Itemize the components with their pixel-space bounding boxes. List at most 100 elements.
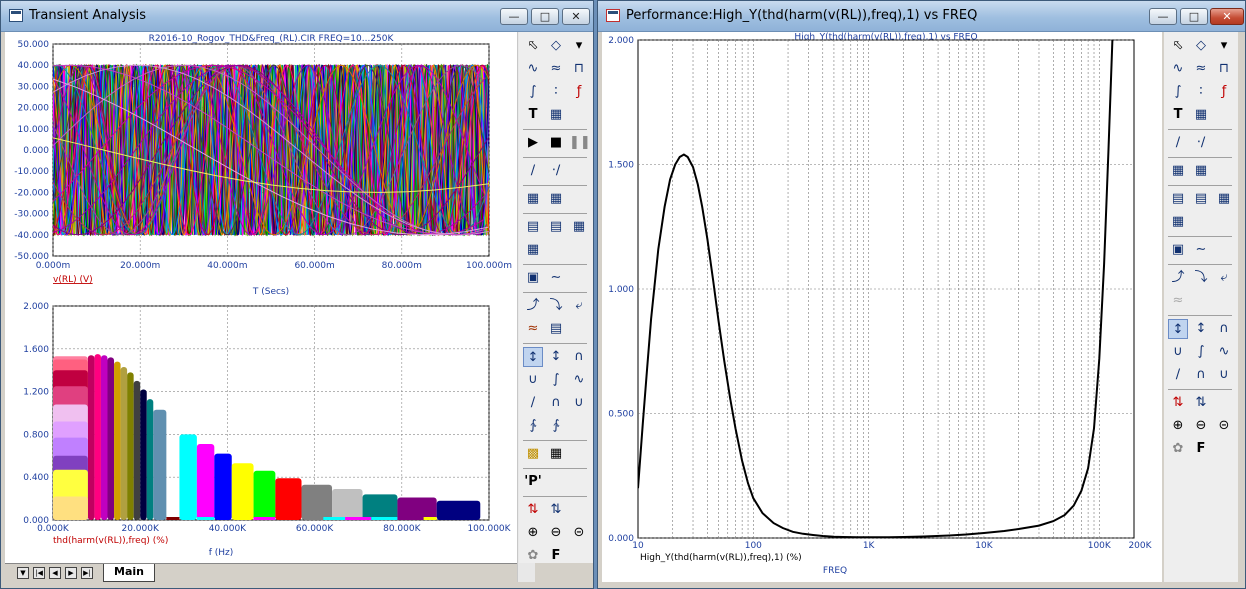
- high-icon[interactable]: ∩: [569, 347, 589, 367]
- zoom-out-icon[interactable]: ⊖: [1191, 416, 1211, 436]
- waveform-icon[interactable]: ∿: [523, 59, 543, 79]
- select-mode-icon[interactable]: ⬁: [523, 36, 543, 56]
- trace-icon[interactable]: ∼: [546, 268, 566, 288]
- label-icon[interactable]: ∶: [546, 82, 566, 102]
- axis-box-icon[interactable]: ▣: [1168, 240, 1188, 260]
- tab-main[interactable]: Main: [103, 564, 155, 582]
- peak-cursor-icon[interactable]: ↕: [1168, 319, 1188, 339]
- dropdown-arrow-icon[interactable]: ▾: [569, 36, 589, 56]
- waveform-scale-icon[interactable]: ≈: [1191, 59, 1211, 79]
- valley-cursor-icon[interactable]: ↕: [1191, 319, 1211, 339]
- multi-trace-icon[interactable]: ∱: [546, 416, 566, 436]
- low-icon[interactable]: ∪: [1168, 342, 1188, 362]
- cursor-left-icon[interactable]: ⤴: [523, 296, 543, 316]
- select-mode-icon[interactable]: ⬁: [1168, 36, 1188, 56]
- shape-tools-icon[interactable]: ◇: [546, 36, 566, 56]
- cursor-left-icon[interactable]: ⤴: [1168, 268, 1188, 288]
- valley-search-icon[interactable]: ∪: [1214, 365, 1234, 385]
- tracking-icon[interactable]: ▤: [546, 319, 566, 339]
- fourier-icon[interactable]: ƒ: [1214, 82, 1234, 102]
- prev-tab-button[interactable]: ◀: [49, 567, 61, 579]
- scale-y-icon[interactable]: ⇅: [546, 500, 566, 520]
- dropdown-arrow-icon[interactable]: ▾: [1214, 36, 1234, 56]
- horizontal-lines-icon[interactable]: ▤: [546, 217, 566, 237]
- peak-search-icon[interactable]: ∩: [1191, 365, 1211, 385]
- label-icon[interactable]: ∶: [1191, 82, 1211, 102]
- first-tab-button[interactable]: |◀: [33, 567, 45, 579]
- multi-peak-icon[interactable]: ∱: [523, 416, 543, 436]
- last-tab-button[interactable]: ▶|: [81, 567, 93, 579]
- brain-icon[interactable]: ✿: [523, 546, 543, 566]
- performance-plot-area[interactable]: High_Y(thd(harm(v(RL)),freq),1) vs FREQ …: [602, 32, 1162, 582]
- zoom-in-icon[interactable]: ⊕: [1168, 416, 1188, 436]
- inflection-icon[interactable]: ∫: [1191, 342, 1211, 362]
- properties-icon[interactable]: ▦: [1191, 105, 1211, 125]
- line-tool-icon[interactable]: ∕: [523, 161, 543, 181]
- waves-icon[interactable]: ≈: [523, 319, 543, 339]
- font-icon[interactable]: F: [1191, 439, 1211, 459]
- minimize-button[interactable]: —: [500, 8, 528, 25]
- font-icon[interactable]: F: [546, 546, 566, 566]
- text-tool-icon[interactable]: T: [1168, 105, 1188, 125]
- tab-menu-button[interactable]: ▼: [17, 567, 29, 579]
- scale-y-icon[interactable]: ⇅: [1191, 393, 1211, 413]
- zoom-out-icon[interactable]: ⊖: [546, 523, 566, 543]
- high-icon[interactable]: ∩: [1214, 319, 1234, 339]
- close-button[interactable]: ✕: [1210, 8, 1244, 25]
- run-icon[interactable]: ▶: [523, 133, 543, 153]
- next-tab-button[interactable]: ▶: [65, 567, 77, 579]
- point-line-icon[interactable]: ⋅∕: [546, 161, 566, 181]
- grid-box-icon[interactable]: ▦: [569, 217, 589, 237]
- axis-box-icon[interactable]: ▣: [523, 268, 543, 288]
- trace-icon[interactable]: ∼: [1191, 240, 1211, 260]
- waveform-scale-icon[interactable]: ≈: [546, 59, 566, 79]
- peak-cursor-icon[interactable]: ↕: [523, 347, 543, 367]
- shape-tools-icon[interactable]: ◇: [1191, 36, 1211, 56]
- scale-x-icon[interactable]: ⇅: [1168, 393, 1188, 413]
- slope-icon[interactable]: ∕: [1168, 365, 1188, 385]
- stop-icon[interactable]: ■: [546, 133, 566, 153]
- waveform-box-icon[interactable]: ⊓: [569, 59, 589, 79]
- grid-icon[interactable]: ▦: [1191, 161, 1211, 181]
- maximize-button[interactable]: □: [1180, 8, 1208, 25]
- scale-x-icon[interactable]: ⇅: [523, 500, 543, 520]
- pause-icon[interactable]: ❚❚: [569, 133, 591, 153]
- point-line-icon[interactable]: ⋅∕: [1191, 133, 1211, 153]
- inflection-icon[interactable]: ∫: [546, 370, 566, 390]
- grid-fine-icon[interactable]: ▦: [523, 189, 543, 209]
- grid-box-icon[interactable]: ▦: [1214, 189, 1234, 209]
- fourier-icon[interactable]: ƒ: [569, 82, 589, 102]
- horizontal-lines-icon[interactable]: ▤: [1191, 189, 1211, 209]
- derivative-icon[interactable]: ∫: [523, 82, 543, 102]
- p-key-icon[interactable]: 'P': [523, 472, 543, 492]
- waveform-box-icon[interactable]: ⊓: [1214, 59, 1234, 79]
- properties-icon[interactable]: ▦: [546, 105, 566, 125]
- zoom-in-icon[interactable]: ⊕: [523, 523, 543, 543]
- valley-search-icon[interactable]: ∪: [569, 393, 589, 413]
- plot-properties-icon[interactable]: ▩: [523, 444, 543, 464]
- valley-cursor-icon[interactable]: ↕: [546, 347, 566, 367]
- performance-titlebar[interactable]: Performance:High_Y(thd(harm(v(RL)),freq)…: [598, 1, 1245, 32]
- line-tool-icon[interactable]: ∕: [1168, 133, 1188, 153]
- text-tool-icon[interactable]: T: [523, 105, 543, 125]
- table-icon[interactable]: ▦: [546, 444, 566, 464]
- vertical-lines-icon[interactable]: ▤: [523, 217, 543, 237]
- waves-icon[interactable]: ≈: [1168, 291, 1188, 311]
- transient-plot-area[interactable]: R2016-10_Rogov_THD&Freq_(RL).CIR FREQ=10…: [5, 32, 517, 563]
- low-icon[interactable]: ∪: [523, 370, 543, 390]
- grid-icon[interactable]: ▦: [546, 189, 566, 209]
- slope-icon[interactable]: ∕: [523, 393, 543, 413]
- vertical-lines-icon[interactable]: ▤: [1168, 189, 1188, 209]
- transient-titlebar[interactable]: Transient Analysis — □ ✕: [1, 1, 593, 32]
- wave-up-icon[interactable]: ∿: [569, 370, 589, 390]
- maximize-button[interactable]: □: [531, 8, 559, 25]
- minor-grid-icon[interactable]: ▦: [1168, 212, 1188, 232]
- minimize-button[interactable]: —: [1149, 8, 1177, 25]
- brain-icon[interactable]: ✿: [1168, 439, 1188, 459]
- peak-search-icon[interactable]: ∩: [546, 393, 566, 413]
- zoom-fit-icon[interactable]: ⊝: [569, 523, 589, 543]
- close-button[interactable]: ✕: [562, 8, 590, 25]
- zoom-fit-icon[interactable]: ⊝: [1214, 416, 1234, 436]
- cursor-peak-icon[interactable]: ⤶: [1214, 268, 1234, 288]
- waveform-icon[interactable]: ∿: [1168, 59, 1188, 79]
